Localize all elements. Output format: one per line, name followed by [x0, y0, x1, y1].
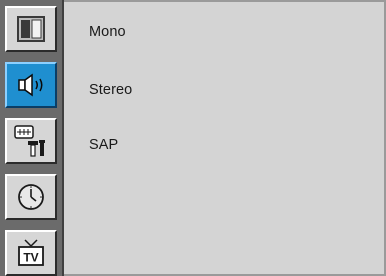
category-sidebar: TV	[0, 0, 64, 276]
category-channel[interactable]: TV	[5, 230, 57, 276]
category-setup[interactable]	[5, 118, 57, 164]
option-sap[interactable]: SAP	[89, 137, 118, 153]
tv-osd-menu: TV Mono Stereo SAP	[0, 0, 386, 276]
clock-icon	[16, 182, 46, 212]
sound-options-panel: Mono Stereo SAP	[64, 0, 386, 276]
category-timer[interactable]	[5, 174, 57, 220]
setup-tools-icon	[14, 124, 48, 158]
category-sound[interactable]	[5, 62, 57, 108]
option-stereo[interactable]: Stereo	[89, 82, 132, 98]
category-picture[interactable]	[5, 6, 57, 52]
svg-text:TV: TV	[23, 251, 38, 265]
tv-icon: TV	[16, 238, 46, 268]
picture-icon	[17, 16, 45, 42]
speaker-icon	[15, 73, 47, 97]
option-mono[interactable]: Mono	[89, 24, 126, 40]
